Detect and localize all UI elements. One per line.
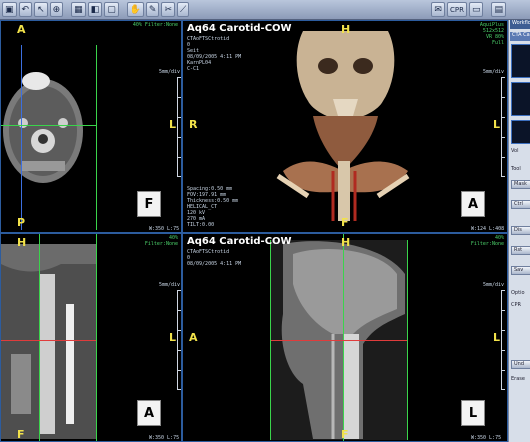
vr-orient-bottom: F bbox=[341, 216, 349, 229]
thumbnail-2[interactable] bbox=[511, 82, 530, 116]
axial-orientation-cube[interactable]: F bbox=[137, 191, 161, 217]
sagittal-crosshair-horizontal[interactable] bbox=[270, 340, 407, 341]
measure-icon[interactable]: ⟋ bbox=[177, 2, 190, 17]
vr-orient-top: H bbox=[341, 23, 351, 36]
vr-orient-right: L bbox=[493, 118, 501, 131]
axial-crosshair-horizontal[interactable] bbox=[1, 125, 96, 126]
sagittal-orient-left: A bbox=[189, 331, 198, 344]
coronal-scale-label: 5mm/div bbox=[159, 282, 181, 288]
vr-orient-left: R bbox=[189, 118, 198, 131]
panel-item-optio: Optio bbox=[511, 290, 525, 296]
vr-scale-bar bbox=[501, 77, 506, 177]
sagittal-frame-right bbox=[407, 240, 408, 440]
grid-icon[interactable]: ▦ bbox=[71, 2, 86, 17]
frame-icon[interactable]: ▢ bbox=[104, 2, 119, 17]
sagittal-title: Aq64 Carotid-COW bbox=[187, 236, 292, 247]
coronal-orientation-cube[interactable]: A bbox=[137, 400, 161, 426]
sagittal-wl: W:350 L:75 bbox=[471, 435, 502, 441]
axial-scale-label: 5mm/div bbox=[159, 69, 181, 75]
sagittal-info-left: CTAoFTSCtrotid 0 08/09/2005 4:11 PM bbox=[187, 249, 242, 267]
sagittal-scale-label: 5mm/div bbox=[483, 282, 505, 288]
vr-title: Aq64 Carotid-COW bbox=[187, 23, 292, 34]
coronal-viewport[interactable]: H L F 40% Filter:None 5mm/div A W:350 L:… bbox=[0, 233, 182, 442]
coronal-orient-right: L bbox=[169, 331, 177, 344]
panel-btn-ctrl[interactable]: Ctrl bbox=[511, 200, 530, 209]
coronal-crosshair-horizontal[interactable] bbox=[1, 340, 96, 341]
sagittal-cube-face: L bbox=[468, 406, 478, 421]
axial-frame-line bbox=[96, 45, 97, 230]
coronal-cube-face: A bbox=[143, 406, 155, 421]
axial-viewport[interactable]: A L P 40% Filter:None 5mm/div F W:350 L:… bbox=[0, 20, 182, 233]
panel-btn-mask[interactable]: Mask bbox=[511, 180, 530, 189]
coronal-wl: W:350 L:75 bbox=[149, 435, 180, 441]
zoom-icon[interactable]: ⊕ bbox=[49, 2, 64, 17]
workflow-panel: Workflow CTA Ca Vol Tool Mask Ctrl Dis R… bbox=[508, 20, 530, 442]
axial-orient-bottom: P bbox=[17, 216, 26, 229]
sagittal-viewport[interactable]: Aq64 Carotid-COW CTAoFTSCtrotid 0 08/09/… bbox=[182, 233, 508, 442]
vr-orientation-cube[interactable]: A bbox=[461, 191, 485, 217]
panel-item-erase[interactable]: Erase bbox=[511, 376, 525, 382]
layout-icon[interactable]: ◧ bbox=[87, 2, 103, 17]
vr-scale-label: 5mm/div bbox=[483, 69, 505, 75]
panel-item-cpr[interactable]: CPR bbox=[511, 302, 521, 308]
window2-icon[interactable]: ▭ bbox=[468, 2, 484, 17]
vr-cube-face: A bbox=[467, 197, 479, 212]
vr-info-right: AquiPlus 512x512 VR 80% Full bbox=[479, 22, 504, 46]
panel-btn-und[interactable]: Und bbox=[511, 360, 530, 369]
axial-cube-face: F bbox=[144, 197, 154, 212]
sagittal-orient-right: L bbox=[493, 331, 501, 344]
panel-btn-dis[interactable]: Dis bbox=[511, 226, 530, 235]
sagittal-scale-bar bbox=[501, 290, 506, 390]
coronal-info-right: 40% Filter:None bbox=[144, 235, 178, 247]
mail-icon[interactable]: ✉ bbox=[431, 2, 445, 17]
arrow-icon[interactable]: ↖ bbox=[34, 2, 48, 17]
axial-info-right: 40% Filter:None bbox=[132, 22, 178, 28]
cpr-button[interactable]: CPR bbox=[446, 2, 467, 17]
coronal-orient-top: H bbox=[17, 236, 27, 249]
film-icon[interactable]: ▤ bbox=[491, 2, 506, 17]
vr-wl: W:124 L:408 bbox=[471, 226, 505, 232]
panel-item-vol[interactable]: Vol bbox=[511, 148, 518, 154]
toolbar: ▣ ↶ ↖ ⊕ ▦ ◧ ▢ ✋ ✎ ✂ ⟋ ✉ CPR ▭ ▤ bbox=[0, 0, 530, 20]
sagittal-orientation-cube[interactable]: L bbox=[461, 400, 485, 426]
coronal-orient-bottom: F bbox=[17, 428, 25, 441]
cta-tab[interactable]: CTA Ca bbox=[510, 32, 530, 41]
sagittal-crosshair-vertical[interactable] bbox=[343, 234, 344, 441]
panel-btn-sav[interactable]: Sav bbox=[511, 266, 530, 275]
workflow-tab[interactable]: Workflow bbox=[510, 20, 530, 29]
coronal-crosshair-vertical[interactable] bbox=[39, 234, 40, 441]
coronal-frame-line bbox=[96, 234, 97, 441]
brush-icon[interactable]: ✎ bbox=[145, 2, 160, 17]
axial-crosshair-vertical[interactable] bbox=[21, 45, 22, 230]
sagittal-frame-left bbox=[270, 240, 271, 440]
hand-icon[interactable]: ✋ bbox=[126, 2, 144, 17]
sagittal-orient-bottom: F bbox=[341, 428, 349, 441]
scissors-icon[interactable]: ✂ bbox=[161, 2, 176, 17]
axial-orient-right: L bbox=[169, 118, 177, 131]
panel-item-tool: Tool bbox=[511, 166, 521, 172]
thumbnail-3[interactable] bbox=[511, 120, 530, 144]
vr-info-bottom: Spacing:0.50 mm FOV:197.91 mm Thickness:… bbox=[187, 186, 239, 228]
sagittal-orient-top: H bbox=[341, 236, 351, 249]
vr-info-left: CTAoFTSCtrotid 0 Seit 08/09/2005 4:11 PM… bbox=[187, 36, 242, 72]
undo-icon[interactable]: ↶ bbox=[18, 2, 33, 17]
vr-viewport[interactable]: Aq64 Carotid-COW CTAoFTSCtrotid 0 Seit 0… bbox=[182, 20, 508, 233]
sagittal-info-right: 40% Filter:None bbox=[470, 235, 504, 247]
axial-wl: W:350 L:75 bbox=[149, 226, 180, 232]
axial-orient-top: A bbox=[17, 23, 26, 36]
panel-btn-rst[interactable]: Rst bbox=[511, 246, 530, 255]
window-icon[interactable]: ▣ bbox=[2, 2, 17, 17]
thumbnail-1[interactable] bbox=[511, 44, 530, 78]
